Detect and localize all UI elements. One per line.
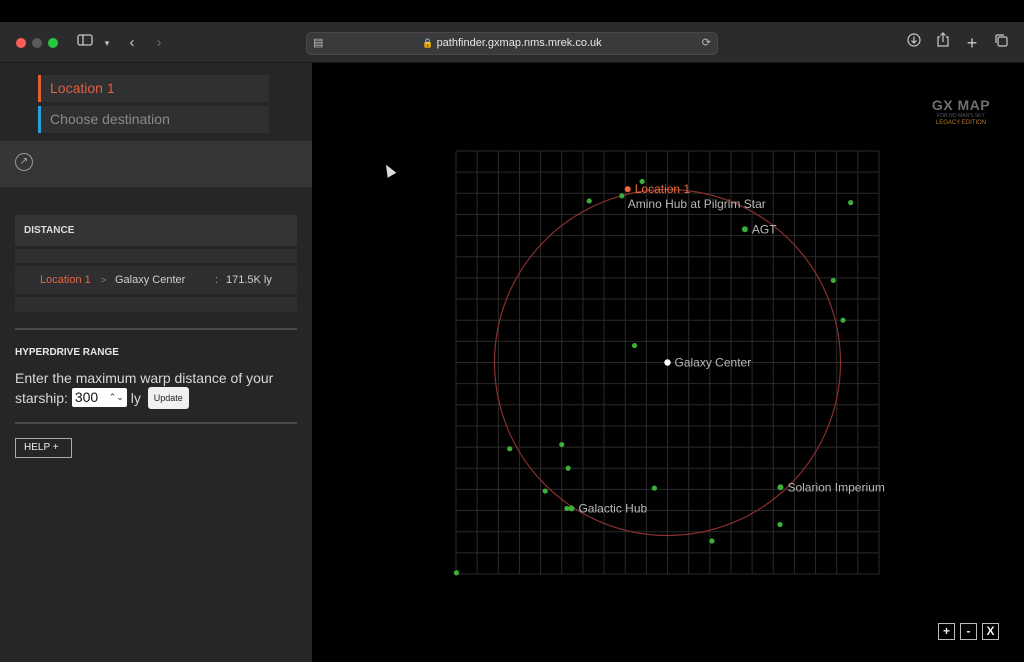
top-strip bbox=[0, 0, 1024, 22]
system-dot[interactable] bbox=[453, 570, 460, 576]
distance-colon: : bbox=[215, 274, 219, 286]
hyperdrive-heading: HYPERDRIVE RANGE bbox=[15, 347, 119, 358]
system-dot[interactable] bbox=[777, 521, 783, 528]
hub-marker[interactable] bbox=[777, 484, 784, 491]
system-dot[interactable] bbox=[651, 485, 657, 491]
close-map-button[interactable]: X bbox=[982, 623, 999, 640]
warp-distance-input[interactable]: 300 ⌃⌄ bbox=[71, 388, 127, 408]
url-text: pathfinder.gxmap.nms.mrek.co.uk bbox=[436, 37, 602, 49]
map-canvas[interactable]: Location 1Amino Hub at Pilgrim Star AGT Ga… bbox=[312, 63, 1024, 662]
chevron-down-icon[interactable]: ▾ bbox=[96, 32, 118, 54]
warp-unit: ly bbox=[130, 390, 141, 406]
nav-band: ↗ bbox=[0, 141, 312, 187]
brand-title: GX MAP bbox=[931, 97, 991, 113]
update-button[interactable]: Update bbox=[147, 386, 189, 409]
system-dot[interactable] bbox=[631, 342, 638, 349]
map-label: AGT bbox=[752, 222, 777, 236]
zoom-out-button[interactable]: - bbox=[960, 623, 977, 640]
divider bbox=[15, 246, 297, 249]
current-location-marker[interactable] bbox=[624, 186, 631, 193]
system-dot[interactable] bbox=[848, 200, 854, 206]
map-label: Galactic Hub bbox=[578, 501, 647, 515]
divider bbox=[15, 422, 297, 424]
origin-field[interactable]: Location 1 bbox=[38, 75, 269, 102]
distance-heading: DISTANCE bbox=[15, 215, 297, 246]
galaxy-center-marker[interactable] bbox=[664, 359, 671, 366]
map-label: Solarion Imperium bbox=[787, 480, 884, 494]
map-label: Amino Hub at Pilgrim Star bbox=[628, 197, 766, 211]
browser-toolbar: ▾ ‹ › ▤ 🔒 pathfinder.gxmap.nms.mrek.co.uk… bbox=[0, 22, 1024, 63]
back-button[interactable]: ‹ bbox=[121, 32, 143, 54]
zoom-in-button[interactable]: + bbox=[938, 623, 955, 640]
system-dot[interactable] bbox=[830, 277, 836, 284]
tabs-overview-icon[interactable] bbox=[990, 32, 1012, 54]
navigate-arrow-icon[interactable]: ↗ bbox=[15, 153, 33, 171]
address-bar[interactable]: ▤ 🔒 pathfinder.gxmap.nms.mrek.co.uk ⟳ bbox=[306, 32, 718, 55]
hyperdrive-description: Enter the maximum warp distance of your … bbox=[15, 370, 274, 406]
new-tab-icon[interactable]: + bbox=[961, 32, 983, 54]
system-dot[interactable] bbox=[586, 198, 592, 204]
brand-logo: GX MAP FOR NO MAN'S SKY LEGACY EDITION bbox=[930, 97, 992, 127]
system-dot[interactable] bbox=[542, 488, 548, 494]
hub-marker[interactable] bbox=[741, 226, 748, 233]
help-button[interactable]: HELP + bbox=[15, 438, 72, 458]
minimize-window-button[interactable] bbox=[32, 38, 42, 48]
system-dot[interactable] bbox=[565, 465, 571, 471]
map-label: Location 1 bbox=[635, 182, 691, 196]
galaxy-map[interactable]: Location 1 Amino Hub at Pilgrim Star AGT Ga… bbox=[312, 63, 1024, 662]
distance-from[interactable]: Location 1 bbox=[40, 268, 91, 292]
forward-button[interactable]: › bbox=[148, 32, 170, 54]
map-label: Galaxy Center bbox=[675, 356, 752, 370]
system-dot[interactable] bbox=[559, 441, 565, 448]
hyperdrive-text: Enter the maximum warp distance of your … bbox=[15, 368, 305, 409]
distance-row: Location 1 > Galaxy Center : 171.5K ly bbox=[15, 268, 297, 292]
system-dot[interactable] bbox=[507, 446, 513, 452]
distance-value: 171.5K ly bbox=[226, 274, 272, 286]
system-dot[interactable] bbox=[619, 193, 625, 199]
divider bbox=[15, 263, 297, 266]
sidebar-panel: Location 1 Choose destination ↗ DISTANCE… bbox=[0, 63, 312, 662]
distance-to: Galaxy Center bbox=[115, 274, 186, 286]
destination-field[interactable]: Choose destination bbox=[38, 106, 269, 133]
distance-arrow: > bbox=[101, 275, 107, 285]
hub-marker[interactable] bbox=[568, 505, 575, 512]
distance-panel: DISTANCE Location 1 > Galaxy Center : 17… bbox=[15, 215, 297, 312]
close-window-button[interactable] bbox=[16, 38, 26, 48]
divider bbox=[15, 294, 297, 297]
lock-icon: 🔒 bbox=[422, 38, 434, 48]
warp-distance-value: 300 bbox=[74, 389, 99, 406]
divider bbox=[15, 328, 297, 330]
brand-edition: LEGACY EDITION bbox=[935, 120, 987, 126]
zoom-window-button[interactable] bbox=[48, 38, 58, 48]
sidebar-toggle-icon[interactable] bbox=[74, 32, 96, 54]
reload-icon[interactable]: ⟳ bbox=[702, 36, 711, 49]
share-icon[interactable] bbox=[932, 32, 954, 54]
system-dot[interactable] bbox=[840, 317, 846, 323]
stepper-icon[interactable]: ⌃⌄ bbox=[109, 388, 124, 407]
system-dot[interactable] bbox=[709, 538, 715, 544]
download-icon[interactable] bbox=[903, 32, 925, 54]
